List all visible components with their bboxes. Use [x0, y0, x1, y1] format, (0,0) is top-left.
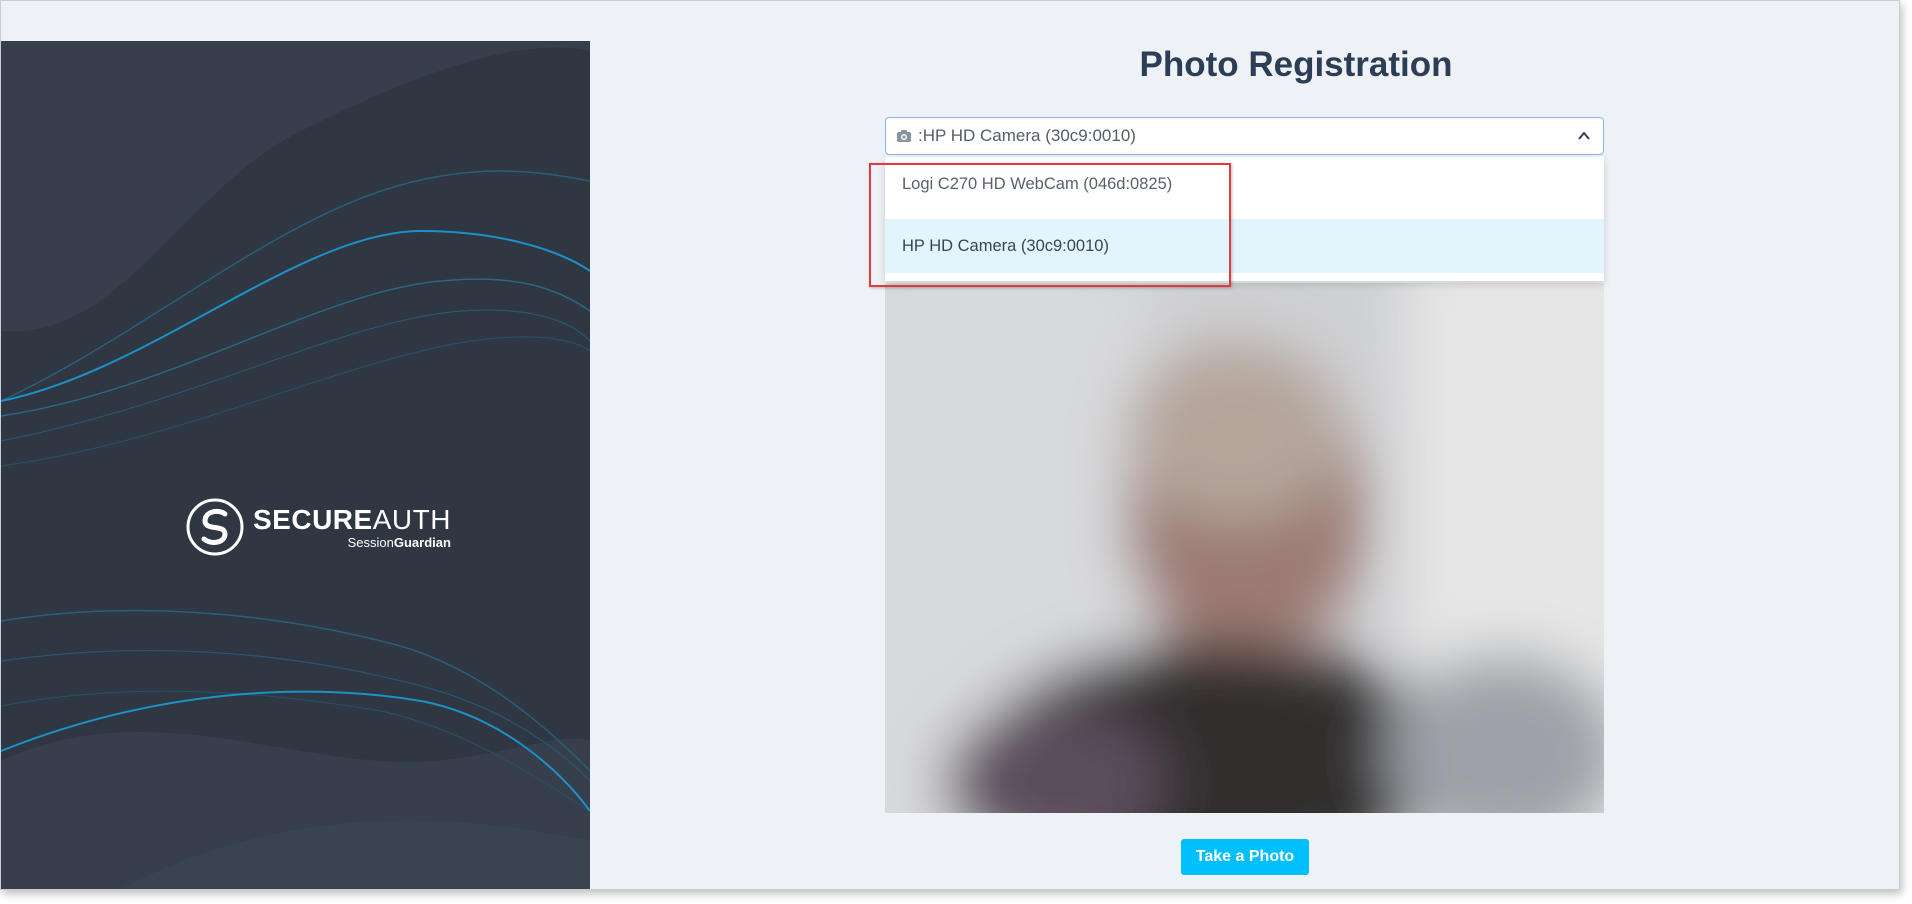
camera-preview — [885, 283, 1604, 813]
take-photo-button[interactable]: Take a Photo — [1181, 839, 1309, 875]
app-window: SECUREAUTH SessionGuardian Photo Registr… — [0, 0, 1900, 890]
chevron-up-icon[interactable] — [1577, 129, 1591, 143]
camera-icon — [897, 130, 911, 142]
page-title: Photo Registration — [1139, 45, 1453, 84]
secureauth-logo-icon — [186, 498, 244, 556]
brand-name: SECUREAUTH — [253, 503, 451, 535]
product-name: SessionGuardian — [347, 534, 451, 550]
top-strip — [1, 1, 1899, 41]
selected-camera: :HP HD Camera (30c9:0010) — [918, 126, 1136, 145]
annotation-highlight-box — [869, 163, 1231, 287]
brand-logo: SECUREAUTH SessionGuardian — [185, 497, 451, 557]
brand-panel: SECUREAUTH SessionGuardian — [1, 41, 590, 889]
camera-select[interactable]: :HP HD Camera (30c9:0010) — [885, 117, 1604, 155]
decorative-waves — [1, 41, 590, 889]
